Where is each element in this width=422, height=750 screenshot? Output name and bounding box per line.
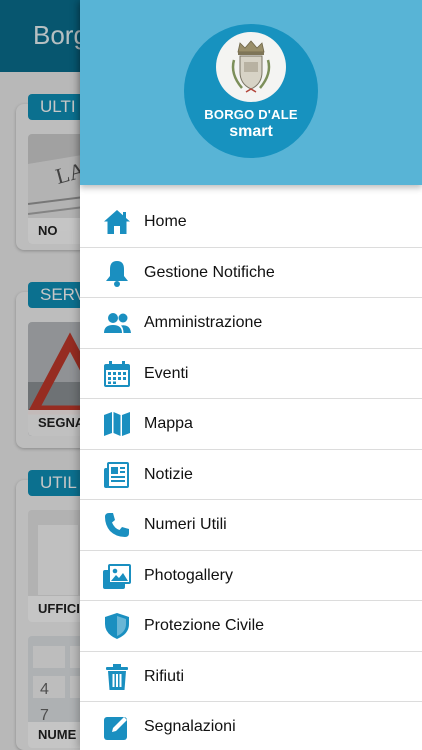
menu-item-protezione-civile[interactable]: Protezione Civile: [80, 601, 422, 652]
menu-label: Eventi: [144, 364, 189, 382]
menu-label: Rifiuti: [144, 667, 185, 685]
calendar-icon: [102, 359, 132, 389]
menu-item-eventi[interactable]: Eventi: [80, 349, 422, 399]
menu-label: Mappa: [144, 415, 193, 432]
phone-icon: [102, 510, 132, 540]
menu-item-segnalazioni[interactable]: Segnalazioni: [80, 702, 422, 750]
menu-label: Segnalazioni: [144, 718, 236, 735]
bell-icon: [102, 258, 132, 288]
newspaper-icon: [102, 460, 132, 490]
drawer-menu: Home Gestione Notifiche Amministrazione …: [80, 197, 422, 750]
menu-label: Amministrazione: [144, 314, 263, 331]
menu-item-gestione-notifiche[interactable]: Gestione Notifiche: [80, 248, 422, 298]
menu-item-numeri-utili[interactable]: Numeri Utili: [80, 500, 422, 551]
coat-of-arms-emblem: [216, 32, 286, 102]
edit-icon: [102, 712, 132, 742]
navigation-drawer: BORGO D'ALE smart Home Gestione Notifich…: [80, 0, 422, 750]
menu-label: Numeri Utili: [144, 516, 227, 533]
menu-label: Protezione Civile: [144, 617, 265, 634]
menu-item-amministrazione[interactable]: Amministrazione: [80, 298, 422, 349]
app-logo: BORGO D'ALE smart: [184, 24, 318, 158]
logo-text-smart: smart: [229, 123, 273, 140]
menu-label: Home: [144, 213, 187, 230]
menu-label: Photogallery: [144, 566, 233, 584]
home-icon: [102, 207, 132, 237]
logo-text-town: BORGO D'ALE: [204, 107, 298, 122]
menu-label: Gestione Notifiche: [144, 263, 275, 281]
menu-item-mappa[interactable]: Mappa: [80, 399, 422, 450]
shield-icon: [102, 611, 132, 641]
menu-item-photogallery[interactable]: Photogallery: [80, 551, 422, 601]
drawer-header: BORGO D'ALE smart: [80, 0, 422, 185]
menu-item-home[interactable]: Home: [80, 197, 422, 248]
images-icon: [102, 561, 132, 591]
menu-item-notizie[interactable]: Notizie: [80, 450, 422, 500]
menu-label: Notizie: [144, 465, 193, 483]
trash-icon: [102, 662, 132, 692]
users-icon: [102, 308, 132, 338]
map-icon: [102, 409, 132, 439]
menu-item-rifiuti[interactable]: Rifiuti: [80, 652, 422, 702]
